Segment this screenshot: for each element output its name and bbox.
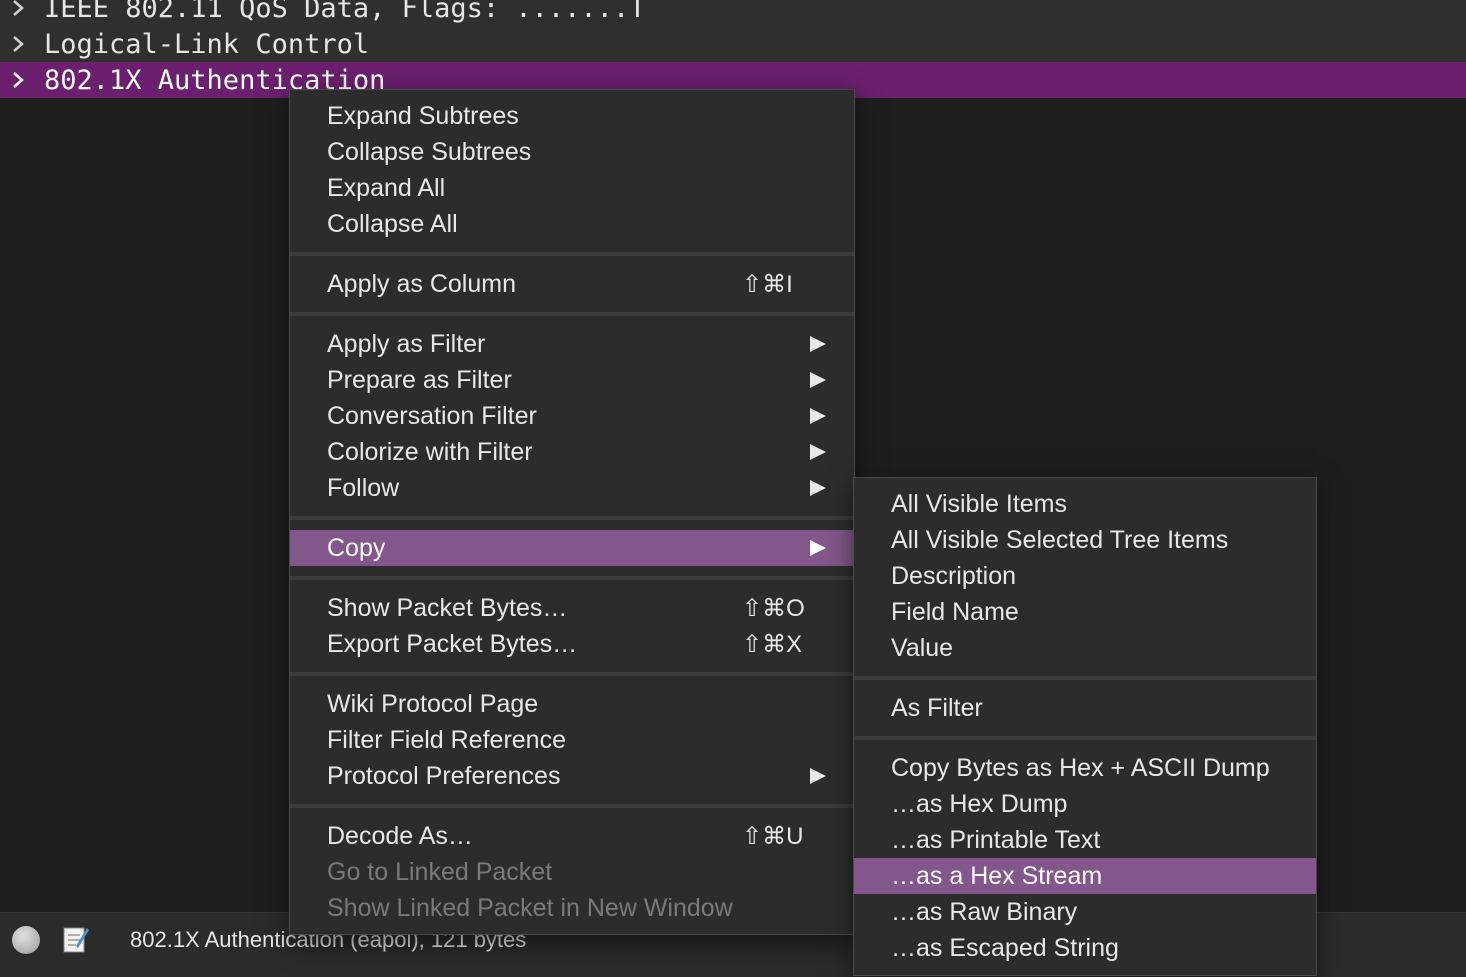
menu-item-expand-subtrees[interactable]: Expand Subtrees (290, 98, 854, 134)
chevron-right-icon[interactable] (0, 70, 36, 90)
menu-item-label: …as Hex Dump (891, 789, 1068, 818)
menu-item-filter-field-reference[interactable]: Filter Field Reference (290, 722, 854, 758)
menu-item-shortcut: ⇧⌘I (742, 270, 793, 298)
menu-item-label: Export Packet Bytes… (327, 629, 578, 658)
tree-row-ieee80211[interactable]: IEEE 802.11 QoS Data, Flags: .......T (0, 0, 1466, 26)
menu-separator (290, 252, 854, 256)
submenu-item-as-raw-binary[interactable]: …as Raw Binary (854, 894, 1316, 930)
submenu-arrow-icon (810, 336, 826, 352)
menu-item-label: Apply as Column (327, 269, 516, 298)
menu-item-label: Show Linked Packet in New Window (327, 893, 733, 922)
menu-item-label: Wiki Protocol Page (327, 689, 539, 718)
submenu-item-as-filter[interactable]: As Filter (854, 690, 1316, 726)
menu-item-shortcut: ⇧⌘O (742, 594, 805, 622)
submenu-item-description[interactable]: Description (854, 558, 1316, 594)
menu-item-export-packet-bytes[interactable]: Export Packet Bytes… ⇧⌘X (290, 626, 854, 662)
submenu-arrow-icon (810, 768, 826, 784)
submenu-item-as-escaped-string[interactable]: …as Escaped String (854, 930, 1316, 966)
submenu-item-copy-bytes-hex-ascii[interactable]: Copy Bytes as Hex + ASCII Dump (854, 750, 1316, 786)
menu-item-shortcut: ⇧⌘U (742, 822, 804, 850)
menu-item-label: Copy (327, 533, 386, 562)
menu-item-label: As Filter (891, 693, 983, 722)
menu-item-label: Description (891, 561, 1017, 590)
submenu-item-field-name[interactable]: Field Name (854, 594, 1316, 630)
menu-separator (854, 736, 1316, 740)
menu-item-label: Collapse Subtrees (327, 137, 532, 166)
menu-item-label: Apply as Filter (327, 329, 486, 358)
menu-item-show-packet-bytes[interactable]: Show Packet Bytes… ⇧⌘O (290, 590, 854, 626)
menu-item-shortcut: ⇧⌘X (742, 630, 803, 658)
submenu-arrow-icon (810, 408, 826, 424)
submenu-item-as-hex-stream[interactable]: …as a Hex Stream (854, 858, 1316, 894)
menu-item-apply-as-filter[interactable]: Apply as Filter (290, 326, 854, 362)
menu-item-label: …as a Hex Stream (891, 861, 1103, 890)
menu-item-go-to-linked-packet: Go to Linked Packet (290, 854, 854, 890)
menu-item-label: Decode As… (327, 821, 473, 850)
menu-item-label: Expand Subtrees (327, 101, 519, 130)
menu-item-label: …as Escaped String (891, 933, 1119, 962)
tree-row-llc[interactable]: Logical-Link Control (0, 26, 1466, 62)
submenu-arrow-icon (810, 444, 826, 460)
menu-item-wiki-protocol-page[interactable]: Wiki Protocol Page (290, 686, 854, 722)
menu-item-label: All Visible Selected Tree Items (891, 525, 1229, 554)
copy-submenu: All Visible Items All Visible Selected T… (853, 477, 1317, 976)
menu-item-label: Filter Field Reference (327, 725, 566, 754)
menu-item-copy[interactable]: Copy (290, 530, 854, 566)
menu-item-colorize-with-filter[interactable]: Colorize with Filter (290, 434, 854, 470)
submenu-item-as-printable-text[interactable]: …as Printable Text (854, 822, 1316, 858)
menu-item-label: Conversation Filter (327, 401, 537, 430)
menu-item-label: Prepare as Filter (327, 365, 512, 394)
menu-item-label: Protocol Preferences (327, 761, 561, 790)
menu-item-collapse-all[interactable]: Collapse All (290, 206, 854, 242)
menu-item-label: …as Raw Binary (891, 897, 1078, 926)
expert-info-icon[interactable] (12, 926, 40, 954)
menu-item-expand-all[interactable]: Expand All (290, 170, 854, 206)
menu-item-conversation-filter[interactable]: Conversation Filter (290, 398, 854, 434)
menu-item-label: Go to Linked Packet (327, 857, 553, 886)
submenu-item-all-visible-selected-tree-items[interactable]: All Visible Selected Tree Items (854, 522, 1316, 558)
submenu-item-as-hex-dump[interactable]: …as Hex Dump (854, 786, 1316, 822)
menu-item-label: Colorize with Filter (327, 437, 533, 466)
menu-item-prepare-as-filter[interactable]: Prepare as Filter (290, 362, 854, 398)
tree-row-label: IEEE 802.11 QoS Data, Flags: .......T (44, 0, 646, 24)
submenu-arrow-icon (810, 480, 826, 496)
submenu-arrow-icon (810, 372, 826, 388)
menu-item-apply-as-column[interactable]: Apply as Column ⇧⌘I (290, 266, 854, 302)
menu-item-decode-as[interactable]: Decode As… ⇧⌘U (290, 818, 854, 854)
menu-separator (854, 676, 1316, 680)
menu-item-label: Value (891, 633, 954, 662)
menu-separator (290, 312, 854, 316)
edit-comment-icon[interactable] (62, 924, 90, 954)
chevron-right-icon[interactable] (0, 0, 36, 18)
menu-item-follow[interactable]: Follow (290, 470, 854, 506)
submenu-item-value[interactable]: Value (854, 630, 1316, 666)
menu-separator (290, 516, 854, 520)
menu-item-label: Follow (327, 473, 400, 502)
chevron-right-icon[interactable] (0, 34, 36, 54)
menu-item-label: Field Name (891, 597, 1019, 626)
menu-item-label: All Visible Items (891, 489, 1067, 518)
tree-row-label: Logical-Link Control (44, 28, 370, 60)
menu-item-label: Show Packet Bytes… (327, 593, 568, 622)
menu-item-collapse-subtrees[interactable]: Collapse Subtrees (290, 134, 854, 170)
menu-item-label: Expand All (327, 173, 446, 202)
menu-item-label: …as Printable Text (891, 825, 1101, 854)
menu-separator (290, 576, 854, 580)
menu-separator (290, 804, 854, 808)
submenu-arrow-icon (810, 540, 826, 556)
context-menu: Expand Subtrees Collapse Subtrees Expand… (289, 89, 855, 935)
menu-item-label: Collapse All (327, 209, 458, 238)
menu-item-label: Copy Bytes as Hex + ASCII Dump (891, 753, 1270, 782)
submenu-item-all-visible-items[interactable]: All Visible Items (854, 486, 1316, 522)
menu-item-show-linked-packet-new-window: Show Linked Packet in New Window (290, 890, 854, 926)
menu-item-protocol-preferences[interactable]: Protocol Preferences (290, 758, 854, 794)
menu-separator (290, 672, 854, 676)
